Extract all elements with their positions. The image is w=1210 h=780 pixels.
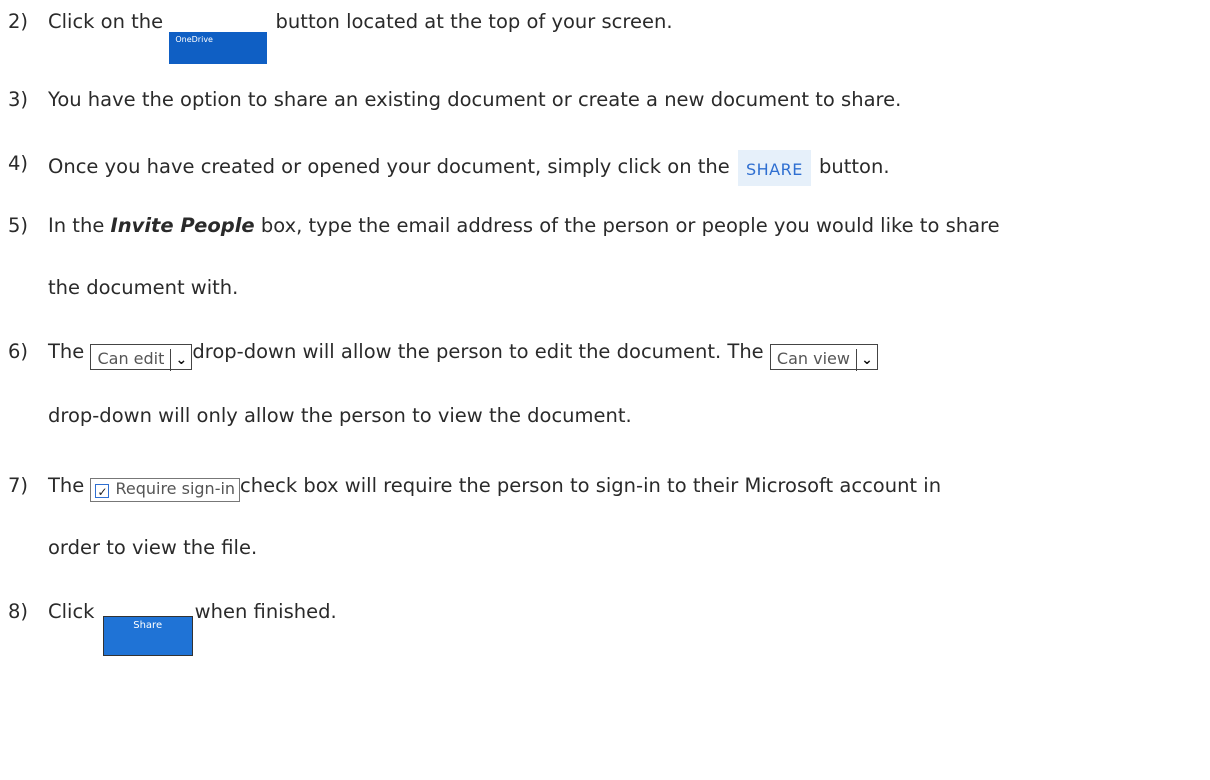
step-text: The: [48, 340, 91, 363]
step-number: 2): [8, 10, 29, 33]
share-button[interactable]: Share: [102, 616, 193, 656]
step-text: Once you have created or opened your doc…: [48, 155, 736, 178]
step-number: 4): [8, 152, 29, 175]
step-text: when finished.: [194, 600, 337, 623]
step-text: button located at the top of your screen…: [269, 10, 673, 33]
step-text: The: [48, 474, 91, 497]
share-link-button[interactable]: SHARE: [737, 150, 811, 186]
step-text: You have the option to share an existing…: [48, 88, 902, 111]
step-5-continuation: the document with.: [48, 276, 239, 299]
onedrive-button[interactable]: OneDrive: [169, 32, 268, 64]
step-7-continuation: order to view the file.: [48, 536, 258, 559]
step-text: box, type the email address of the perso…: [254, 214, 1000, 237]
step-number: 8): [8, 600, 29, 623]
step-6-continuation: drop-down will only allow the person to …: [48, 404, 632, 427]
step-number: 6): [8, 340, 29, 363]
step-text: button.: [812, 155, 890, 178]
step-number: 3): [8, 88, 29, 111]
invite-people-label: Invite People: [110, 214, 255, 237]
can-edit-label: Can edit: [97, 349, 165, 368]
chevron-down-icon: ⌄: [855, 349, 877, 371]
step-text: Click: [48, 600, 101, 623]
can-view-label: Can view: [776, 349, 850, 368]
step-number: 7): [8, 474, 29, 497]
chevron-down-icon: ⌄: [170, 349, 191, 371]
step-number: 5): [8, 214, 29, 237]
step-text: Click on the: [48, 10, 170, 33]
require-signin-label: Require sign-in: [115, 479, 236, 498]
step-text: check box will require the person to sig…: [240, 474, 942, 497]
can-edit-dropdown[interactable]: Can edit ⌄: [90, 344, 193, 371]
step-text: In the: [48, 214, 111, 237]
can-view-dropdown[interactable]: Can view ⌄: [769, 344, 878, 371]
require-signin-checkbox[interactable]: ✓ Require sign-in: [90, 478, 241, 502]
step-text: drop-down will allow the person to edit …: [192, 340, 770, 363]
checkmark-icon: ✓: [95, 484, 110, 499]
